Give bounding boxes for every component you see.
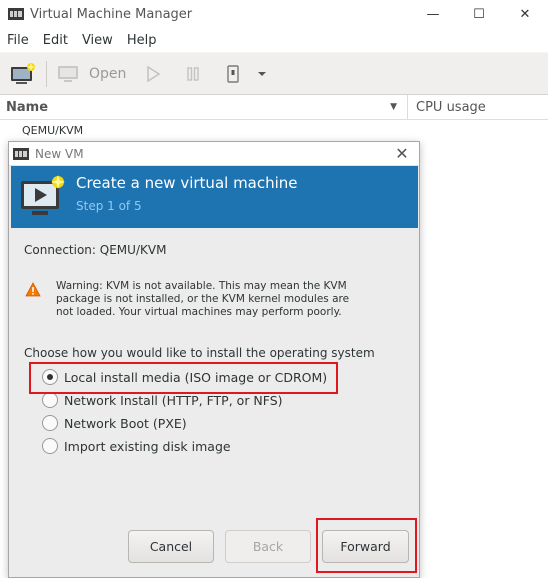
- open-button[interactable]: Open: [57, 58, 126, 90]
- column-cpu-usage[interactable]: CPU usage: [408, 100, 486, 115]
- radio-import-disk[interactable]: [42, 438, 58, 454]
- minimize-button[interactable]: —: [410, 0, 456, 28]
- vmm-app-icon: [8, 8, 24, 20]
- connection-row[interactable]: QEMU/KVM: [22, 124, 83, 137]
- wizard-banner: Create a new virtual machine Step 1 of 5: [11, 166, 418, 228]
- menu-file[interactable]: File: [0, 33, 36, 48]
- close-button[interactable]: ✕: [502, 0, 548, 28]
- dialog-close-icon[interactable]: ✕: [393, 144, 411, 163]
- maximize-icon: ☐: [473, 6, 485, 22]
- option-network-boot[interactable]: Network Boot (PXE): [42, 415, 187, 431]
- connection-value: QEMU/KVM: [99, 243, 167, 257]
- shutdown-icon: [227, 64, 240, 83]
- dialog-title: New VM: [35, 146, 84, 161]
- connection-info: Connection: QEMU/KVM: [24, 243, 166, 257]
- column-headers: Name ▼ CPU usage: [0, 94, 548, 120]
- menu-edit[interactable]: Edit: [36, 33, 75, 48]
- option-label: Import existing disk image: [64, 438, 231, 454]
- option-label: Network Install (HTTP, FTP, or NFS): [64, 392, 283, 408]
- menu-view[interactable]: View: [75, 33, 120, 48]
- open-label: Open: [89, 65, 127, 82]
- column-name-label: Name: [6, 99, 49, 115]
- menu-help[interactable]: Help: [120, 33, 164, 48]
- run-button[interactable]: [144, 58, 162, 90]
- warning-line: not loaded. Your virtual machines may pe…: [56, 306, 342, 318]
- banner-title: Create a new virtual machine: [76, 174, 298, 192]
- warning-icon: [25, 282, 41, 301]
- toolbar: Open: [0, 53, 548, 95]
- chevron-down-icon: [258, 71, 267, 76]
- highlight-box: [316, 518, 417, 573]
- install-method-prompt: Choose how you would like to install the…: [24, 346, 375, 360]
- radio-network-boot[interactable]: [42, 415, 58, 431]
- connection-label: Connection:: [24, 243, 96, 257]
- option-label: Network Boot (PXE): [64, 415, 187, 431]
- maximize-button[interactable]: ☐: [456, 0, 502, 28]
- option-import-disk[interactable]: Import existing disk image: [42, 438, 231, 454]
- banner-step: Step 1 of 5: [76, 199, 142, 213]
- vmm-app-icon: [13, 147, 29, 160]
- pause-icon: [187, 66, 200, 81]
- pause-button[interactable]: [184, 58, 202, 90]
- kvm-warning: Warning: KVM is not available. This may …: [25, 280, 405, 319]
- window-title: Virtual Machine Manager: [30, 6, 193, 22]
- highlight-box: [29, 362, 338, 394]
- new-vm-icon: [11, 62, 35, 84]
- new-vm-dialog: New VM ✕ Create a new virtual machine St…: [8, 141, 420, 578]
- play-icon: [147, 65, 161, 82]
- warning-line: Warning: KVM is not available. This may …: [56, 280, 347, 292]
- monitor-icon: [58, 65, 78, 82]
- column-name[interactable]: Name ▼: [0, 94, 408, 120]
- cancel-button[interactable]: Cancel: [128, 530, 214, 563]
- toolbar-separator: [46, 60, 47, 87]
- dialog-titlebar: New VM ✕: [9, 142, 419, 166]
- shutdown-menu-button[interactable]: [256, 58, 268, 90]
- new-vm-button[interactable]: [10, 58, 36, 90]
- shutdown-button[interactable]: [224, 58, 242, 90]
- minimize-icon: —: [426, 6, 440, 22]
- warning-line: package is not installed, or the KVM ker…: [56, 293, 350, 305]
- new-vm-banner-icon: [19, 175, 67, 223]
- menubar: File Edit View Help: [0, 28, 548, 52]
- back-button[interactable]: Back: [225, 530, 311, 563]
- sort-down-icon: ▼: [390, 101, 397, 112]
- option-network-install[interactable]: Network Install (HTTP, FTP, or NFS): [42, 392, 283, 408]
- close-icon: ✕: [519, 6, 531, 22]
- main-titlebar: Virtual Machine Manager — ☐ ✕: [0, 0, 548, 28]
- radio-network-install[interactable]: [42, 392, 58, 408]
